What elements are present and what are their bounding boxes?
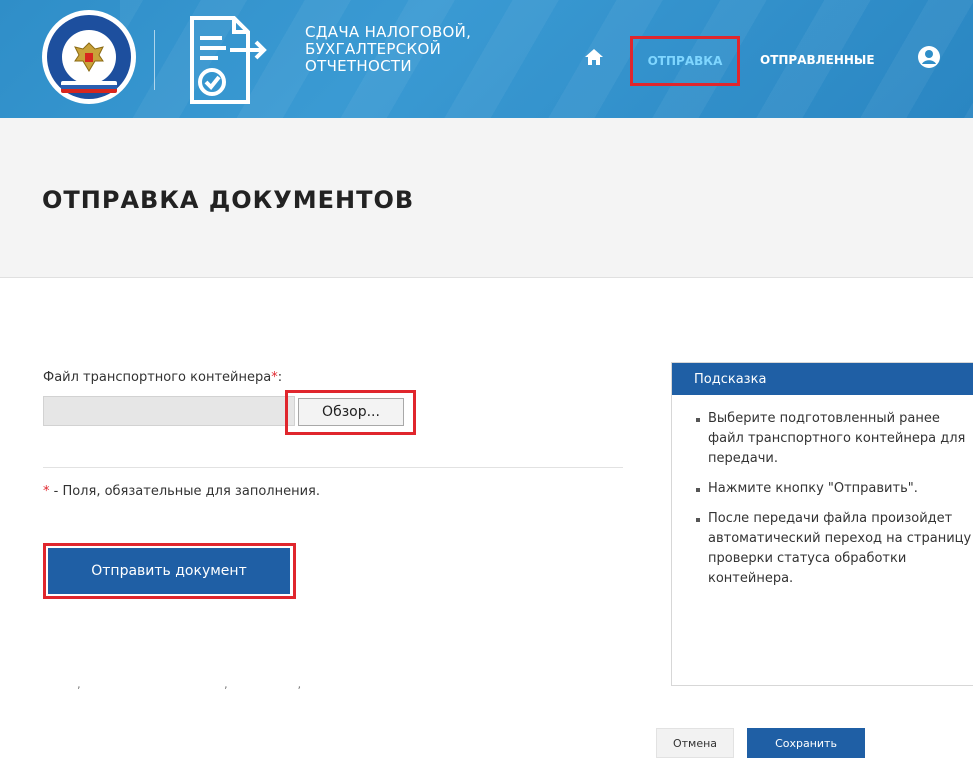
file-label-colon: :	[277, 370, 283, 385]
title-band: ОТПРАВКА ДОКУМЕНТОВ	[0, 118, 973, 278]
hint-item: Нажмите кнопку "Отправить".	[696, 479, 973, 499]
hint-list: Выберите подготовленный ранее файл транс…	[672, 395, 973, 589]
brand-title: СДАЧА НАЛОГОВОЙ, БУХГАЛТЕРСКОЙ ОТЧЕТНОСТ…	[305, 24, 471, 75]
file-field-label: Файл транспортного контейнера*:	[43, 370, 282, 385]
emblem-ring	[47, 15, 131, 99]
save-button[interactable]: Сохранить	[747, 728, 865, 758]
brand-line-2: БУХГАЛТЕРСКОЙ	[305, 40, 442, 58]
nav-item-send[interactable]: ОТПРАВКА	[630, 36, 740, 86]
faint-text: ‚ ‚‚	[77, 678, 371, 691]
hint-item: После передачи файла произойдет автомати…	[696, 509, 973, 589]
browse-button[interactable]: Обзор...	[298, 398, 404, 426]
form-divider	[43, 467, 623, 468]
cancel-button[interactable]: Отмена	[656, 728, 734, 758]
submit-document-button[interactable]: Отправить документ	[48, 548, 290, 594]
submit-highlight: Отправить документ	[43, 543, 296, 599]
nav-item-sent[interactable]: ОТПРАВЛЕННЫЕ	[760, 53, 875, 67]
brand-line-1: СДАЧА НАЛОГОВОЙ,	[305, 23, 472, 41]
page-title: ОТПРАВКА ДОКУМЕНТОВ	[42, 186, 415, 214]
user-icon[interactable]	[918, 46, 940, 68]
header-divider	[154, 30, 155, 90]
document-send-icon	[190, 16, 267, 104]
hint-item: Выберите подготовленный ранее файл транс…	[696, 409, 973, 469]
file-path-input[interactable]	[43, 396, 295, 426]
hint-title: Подсказка	[672, 363, 973, 395]
browse-highlight: Обзор...	[285, 390, 416, 435]
home-icon[interactable]	[584, 48, 604, 66]
flag-ribbon	[61, 81, 117, 93]
file-label-text: Файл транспортного контейнера	[43, 370, 272, 385]
header: СДАЧА НАЛОГОВОЙ, БУХГАЛТЕРСКОЙ ОТЧЕТНОСТ…	[0, 0, 973, 118]
brand-line-3: ОТЧЕТНОСТИ	[305, 57, 412, 75]
fns-emblem-logo[interactable]	[42, 10, 136, 104]
hint-panel: Подсказка Выберите подготовленный ранее …	[671, 362, 973, 686]
eagle-icon	[62, 30, 116, 84]
required-note-text: - Поля, обязательные для заполнения.	[49, 484, 320, 499]
required-note: * - Поля, обязательные для заполнения.	[43, 484, 320, 499]
